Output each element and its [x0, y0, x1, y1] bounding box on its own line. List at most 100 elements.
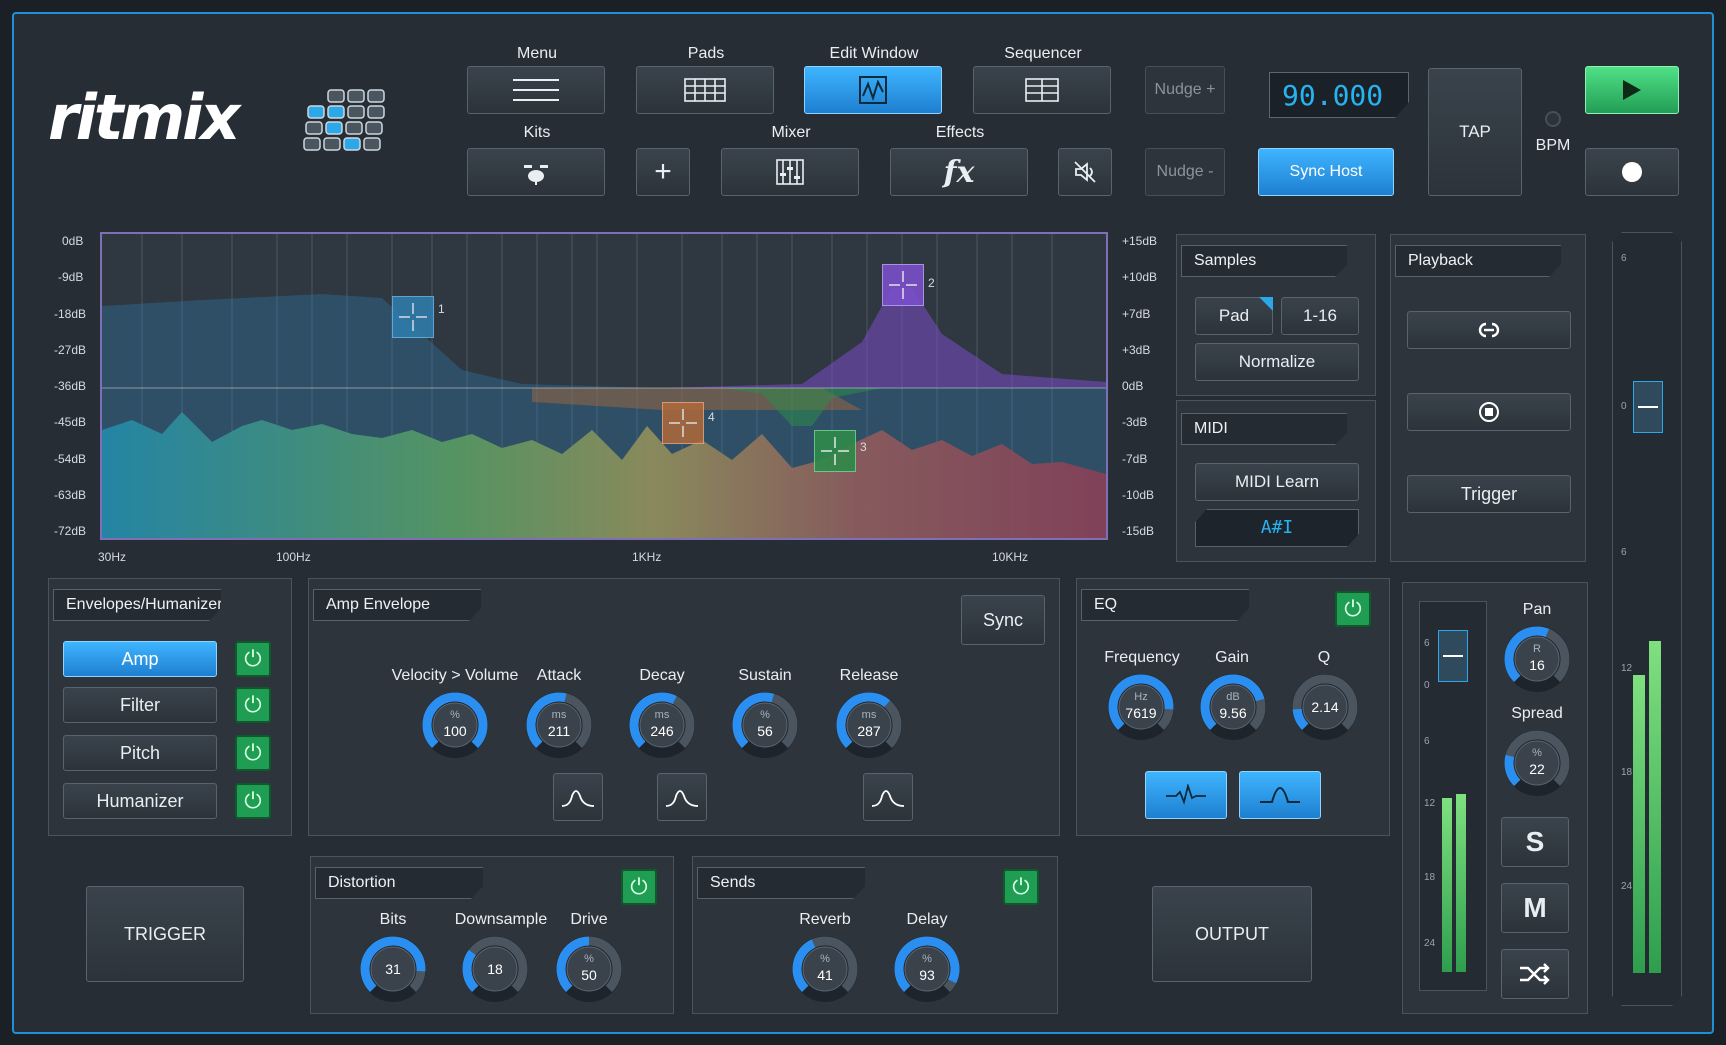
eq-handle-3[interactable] [814, 430, 856, 472]
shuffle-icon [1520, 963, 1550, 985]
right-axis-tick: +10dB [1122, 270, 1158, 284]
crosshair-icon [669, 409, 697, 437]
release-knob[interactable]: ms 287 [833, 689, 905, 761]
meter-scale-tick: 6 [1424, 736, 1430, 747]
tempo-display[interactable]: 90.000 [1269, 72, 1409, 118]
freq-axis-tick: 30Hz [98, 550, 127, 564]
attack-curve-button[interactable] [553, 773, 603, 821]
pan-knob[interactable]: R 16 [1501, 623, 1573, 695]
eq-handle-2[interactable] [882, 264, 924, 306]
knob-unit: Hz [1134, 691, 1148, 703]
tap-button[interactable]: TAP [1428, 68, 1522, 196]
sends-power-button[interactable]: ⏻ [1003, 869, 1039, 905]
decay-knob[interactable]: ms 246 [626, 689, 698, 761]
playback-title: Playback [1395, 245, 1561, 277]
loop-button[interactable] [1407, 311, 1571, 349]
right-axis-tick: -15dB [1122, 524, 1155, 538]
humanizer-power-button[interactable]: ⏻ [235, 783, 271, 819]
kits-button[interactable] [467, 148, 605, 196]
record-button[interactable] [1585, 148, 1679, 196]
channel-fader-handle[interactable] [1438, 630, 1468, 682]
sustain-knob[interactable]: % 56 [729, 689, 801, 761]
edit-window-button[interactable] [804, 66, 942, 114]
curve-icon [871, 790, 905, 807]
record-icon [1622, 162, 1642, 182]
normalize-button[interactable]: Normalize [1195, 343, 1359, 381]
left-axis-tick: -36dB [54, 379, 87, 393]
drive-knob[interactable]: % 50 [553, 933, 625, 1005]
nudge-plus-button[interactable]: Nudge + [1145, 66, 1225, 114]
knob-unit: dB [1226, 691, 1240, 703]
env-item-humanizer[interactable]: Humanizer [63, 783, 217, 819]
knob-label: Frequency [1104, 649, 1180, 666]
eq-display[interactable]: 1 2 3 4 [100, 232, 1108, 540]
reverb-knob[interactable]: % 41 [789, 933, 861, 1005]
midi-note-display[interactable]: A#I [1195, 509, 1359, 547]
knob-value: 100 [443, 723, 467, 739]
knob-unit: ms [861, 709, 877, 721]
crosshair-icon [889, 271, 917, 299]
playback-trigger-button[interactable]: Trigger [1407, 475, 1571, 513]
sync-button[interactable]: Sync [961, 595, 1045, 645]
q-knob[interactable]: 2.14 [1289, 671, 1361, 743]
decay-curve-button[interactable] [657, 773, 707, 821]
range-button[interactable]: 1-16 [1281, 297, 1359, 335]
shuffle-button[interactable] [1501, 949, 1569, 999]
pitch-power-button[interactable]: ⏻ [235, 735, 271, 771]
distortion-power-button[interactable]: ⏻ [621, 869, 657, 905]
meter-scale-tick: 6 [1424, 638, 1430, 649]
spread-knob[interactable]: % 22 [1501, 727, 1573, 799]
env-item-filter[interactable]: Filter [63, 687, 217, 723]
pads-label: Pads [687, 45, 725, 62]
output-button[interactable]: OUTPUT [1152, 886, 1312, 982]
play-button[interactable] [1585, 66, 1679, 114]
distortion-panel: Distortion ⏻ Bits 31 Downsample 18 Drive… [310, 856, 674, 1014]
knob-value: 50 [581, 967, 597, 983]
attack-knob[interactable]: ms 211 [523, 689, 595, 761]
eq-panel: EQ ⏻ Frequency Hz 7619 Gain dB 9.56 Q 2.14 [1076, 578, 1390, 836]
env-item-pitch[interactable]: Pitch [63, 735, 217, 771]
trigger-button[interactable]: TRIGGER [86, 886, 244, 982]
env-item-amp[interactable]: Amp [63, 641, 217, 677]
eq-power-button[interactable]: ⏻ [1335, 591, 1371, 627]
velocity-volume-knob[interactable]: % 100 [419, 689, 491, 761]
stop-button[interactable] [1407, 393, 1571, 431]
left-axis-tick: 0dB [62, 234, 84, 248]
bits-knob[interactable]: 31 [357, 933, 429, 1005]
freq-axis-tick: 1KHz [632, 550, 662, 564]
peak-filter-button[interactable] [1145, 771, 1227, 819]
eq-handle-4-label: 4 [708, 410, 715, 424]
mute-toolbar-button[interactable] [1058, 148, 1112, 196]
solo-button[interactable]: S [1501, 817, 1569, 867]
master-fader-handle[interactable] [1633, 381, 1663, 433]
brand-logo: ritmix [48, 87, 288, 149]
menu-button[interactable] [467, 66, 605, 114]
midi-learn-button[interactable]: MIDI Learn [1195, 463, 1359, 501]
knob-unit: % [760, 709, 770, 721]
release-curve-button[interactable] [863, 773, 913, 821]
frequency-knob[interactable]: Hz 7619 [1105, 671, 1177, 743]
knob-label: Q [1317, 649, 1331, 666]
gain-knob[interactable]: dB 9.56 [1197, 671, 1269, 743]
sync-host-button[interactable]: Sync Host [1258, 148, 1394, 196]
drum-kit-icon [524, 165, 548, 185]
distortion-title: Distortion [315, 867, 483, 899]
pads-button[interactable] [636, 66, 774, 114]
sequencer-button[interactable] [973, 66, 1111, 114]
power-icon: ⏻ [244, 788, 262, 813]
add-button[interactable]: + [636, 148, 690, 196]
filter-power-button[interactable]: ⏻ [235, 687, 271, 723]
bell-filter-icon [1260, 786, 1300, 803]
bell-filter-button[interactable] [1239, 771, 1321, 819]
amp-power-button[interactable]: ⏻ [235, 641, 271, 677]
mixer-button[interactable] [721, 148, 859, 196]
effects-button[interactable]: fx [890, 148, 1028, 196]
eq-handle-4[interactable] [662, 402, 704, 444]
delay-knob[interactable]: % 93 [891, 933, 963, 1005]
downsample-knob[interactable]: 18 [459, 933, 531, 1005]
nudge-minus-button[interactable]: Nudge - [1145, 148, 1225, 196]
power-icon: ⏻ [1012, 874, 1030, 899]
mute-button[interactable]: M [1501, 883, 1569, 933]
samples-title: Samples [1181, 245, 1347, 277]
eq-handle-1[interactable] [392, 296, 434, 338]
